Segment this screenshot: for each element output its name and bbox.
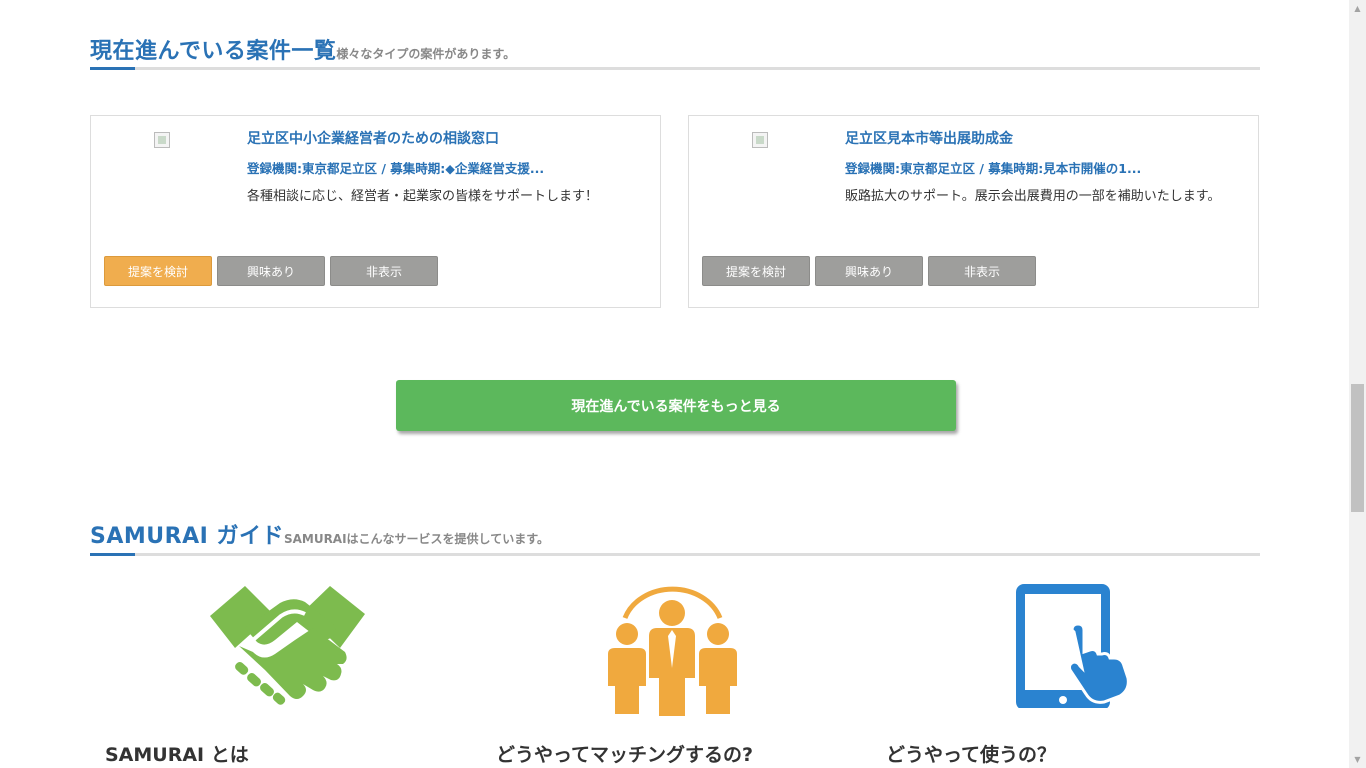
scroll-down-arrow-icon[interactable]: ▼ bbox=[1349, 751, 1366, 768]
broken-image-icon bbox=[752, 132, 768, 148]
header-accent-line bbox=[90, 553, 135, 556]
broken-image-icon bbox=[154, 132, 170, 148]
more-projects-button[interactable]: 現在進んでいる案件をもっと見る bbox=[396, 380, 956, 431]
header-accent-line bbox=[90, 67, 135, 70]
project-description: 販路拡大のサポート。展示会出展費用の一部を補助いたします。 bbox=[845, 189, 1221, 204]
project-card: 足立区中小企業経営者のための相談窓口 登録機関:東京都足立区 / 募集時期:◆企… bbox=[90, 115, 661, 308]
guide-title-usage[interactable]: どうやって使うの？ bbox=[886, 740, 1056, 767]
tablet-touch-icon bbox=[1016, 584, 1130, 708]
projects-section-title: 現在進んでいる案件一覧 bbox=[90, 39, 337, 64]
projects-section-header: 現在進んでいる案件一覧様々なタイプの案件があります。 bbox=[90, 33, 1260, 70]
handshake-icon bbox=[210, 586, 365, 705]
consider-proposal-button[interactable]: 提案を検討 bbox=[702, 256, 810, 286]
interested-button[interactable]: 興味あり bbox=[217, 256, 325, 286]
project-name-link[interactable]: 足立区見本市等出展助成金 bbox=[845, 128, 1013, 148]
vertical-scrollbar[interactable]: ▲ ▼ bbox=[1349, 0, 1366, 768]
people-icon bbox=[608, 586, 737, 716]
interested-button[interactable]: 興味あり bbox=[815, 256, 923, 286]
guide-title-matching[interactable]: どうやってマッチングするの? bbox=[496, 740, 753, 767]
scroll-up-arrow-icon[interactable]: ▲ bbox=[1349, 0, 1366, 17]
scrollbar-thumb[interactable] bbox=[1351, 384, 1364, 512]
guide-section-title: SAMURAI ガイド bbox=[90, 524, 284, 549]
hide-button[interactable]: 非表示 bbox=[928, 256, 1036, 286]
project-description: 各種相談に応じ、経営者・起業家の皆様をサポートします！ bbox=[247, 189, 599, 204]
guide-title-about[interactable]: SAMURAI とは bbox=[105, 740, 249, 767]
project-name-link[interactable]: 足立区中小企業経営者のための相談窓口 bbox=[247, 128, 499, 148]
hide-button[interactable]: 非表示 bbox=[330, 256, 438, 286]
projects-section-subtitle: 様々なタイプの案件があります。 bbox=[336, 47, 516, 61]
guide-section-header: SAMURAI ガイドSAMURAIはこんなサービスを提供しています。 bbox=[90, 518, 1260, 556]
project-card: 足立区見本市等出展助成金 登録機関:東京都足立区 / 募集時期:見本市開催の1.… bbox=[688, 115, 1259, 308]
consider-proposal-button[interactable]: 提案を検討 bbox=[104, 256, 212, 286]
guide-section-subtitle: SAMURAIはこんなサービスを提供しています。 bbox=[283, 532, 550, 546]
project-meta: 登録機関:東京都足立区 / 募集時期:◆企業経営支援... bbox=[247, 161, 545, 176]
project-meta: 登録機関:東京都足立区 / 募集時期:見本市開催の1... bbox=[845, 161, 1142, 176]
page: 現在進んでいる案件一覧様々なタイプの案件があります。 足立区中小企業経営者のため… bbox=[0, 0, 1349, 768]
